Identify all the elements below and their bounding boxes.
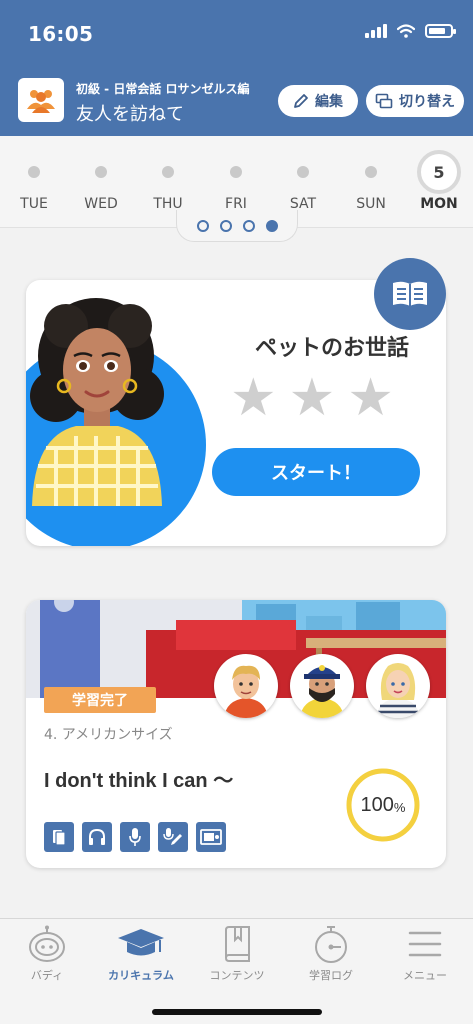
tab-study-log[interactable]: 学習ログ (284, 919, 378, 989)
pencil-icon (294, 94, 308, 108)
character-avatar-woman (30, 298, 164, 506)
today-date-badge: 5 (417, 150, 461, 194)
day-dot (28, 166, 40, 178)
progress-unit: % (393, 799, 406, 815)
tab-label: メニュー (403, 969, 447, 982)
day-label: SUN (356, 196, 386, 212)
day-label: WED (84, 196, 118, 212)
episode-card[interactable]: 学習完了 4. アメリカンサイズ I don't think I can 〜 1… (26, 600, 446, 868)
people-icon (27, 90, 55, 113)
day-dot (365, 166, 377, 178)
page-dot-4-active[interactable] (265, 219, 278, 232)
tab-label: 学習ログ (309, 969, 353, 982)
speak-write-icon (158, 822, 188, 852)
video-icon (196, 822, 226, 852)
status-time: 16:05 (28, 22, 94, 46)
day-dot (230, 166, 242, 178)
day-label: MON (420, 196, 458, 212)
day-sun[interactable]: SUN (341, 136, 401, 228)
wifi-icon (397, 24, 415, 38)
skill-icons (44, 822, 226, 852)
star-icon: ★ (230, 368, 277, 428)
tab-label: コンテンツ (209, 969, 265, 982)
character-avatar-blond-man (214, 654, 278, 718)
switch-button[interactable]: 切り替え (366, 85, 464, 117)
page-dot-2[interactable] (219, 219, 232, 232)
edit-button[interactable]: 編集 (278, 85, 358, 117)
episode-title: I don't think I can 〜 (44, 770, 234, 792)
tab-buddy[interactable]: バディ (0, 919, 94, 989)
lesson-title: ペットのお世話 (254, 336, 409, 361)
book-icon (225, 926, 250, 962)
stopwatch-icon (315, 926, 347, 963)
page-dot-1[interactable] (196, 219, 209, 232)
switch-icon (375, 93, 393, 109)
star-icon: ★ (347, 368, 394, 428)
character-avatar-bearded-man (290, 654, 354, 718)
day-label: TUE (20, 196, 48, 212)
microphone-icon (120, 822, 150, 852)
progress-value: 100 (360, 793, 394, 816)
page-dot-3[interactable] (242, 219, 255, 232)
tab-menu[interactable]: メニュー (378, 919, 472, 989)
open-book-icon (393, 281, 427, 306)
home-indicator[interactable] (152, 1009, 322, 1015)
tab-curriculum[interactable]: カリキュラム (94, 919, 188, 989)
star-icon: ★ (288, 368, 336, 428)
tab-label: バディ (30, 969, 64, 982)
tab-contents[interactable]: コンテンツ (190, 919, 284, 989)
lesson-book-button[interactable] (374, 258, 446, 330)
signal-icon (365, 24, 387, 38)
headphones-icon (82, 822, 112, 852)
character-avatar-blond-woman (366, 654, 430, 718)
day-mon-today[interactable]: 5 MON (409, 136, 469, 228)
day-dot (162, 166, 174, 178)
buddy-icon (29, 925, 65, 962)
course-subtitle: 初級 - 日常会話 ロサンゼルス編 (76, 82, 250, 96)
page-indicator[interactable] (176, 210, 298, 242)
switch-label: 切り替え (399, 94, 455, 110)
battery-icon (425, 24, 456, 38)
menu-icon (408, 931, 442, 957)
completed-badge: 学習完了 (44, 687, 156, 713)
status-icons (365, 24, 456, 38)
cards-icon (44, 822, 74, 852)
tab-bar: バディ カリキュラム コンテンツ 学習ログ メニュー (0, 918, 473, 1024)
start-button[interactable]: スタート！ (212, 448, 420, 496)
tab-label: カリキュラム (108, 969, 174, 982)
day-tue[interactable]: TUE (4, 136, 64, 228)
course-title: 友人を訪ねて (76, 104, 184, 125)
progress-percent: 100% (344, 766, 422, 844)
mortarboard-icon (118, 929, 164, 956)
app-header: 16:05 初級 - 日常会話 ロサンゼルス編 友人を訪ねて 編集 切り替え (0, 0, 473, 136)
course-logo[interactable] (18, 78, 64, 122)
star-rating: ★ ★ ★ (230, 372, 394, 424)
day-dot (95, 166, 107, 178)
day-dot (297, 166, 309, 178)
lesson-card[interactable]: ペットのお世話 ★ ★ ★ スタート！ (26, 280, 446, 546)
episode-number: 4. アメリカンサイズ (44, 727, 173, 743)
day-wed[interactable]: WED (71, 136, 131, 228)
edit-label: 編集 (315, 94, 343, 110)
